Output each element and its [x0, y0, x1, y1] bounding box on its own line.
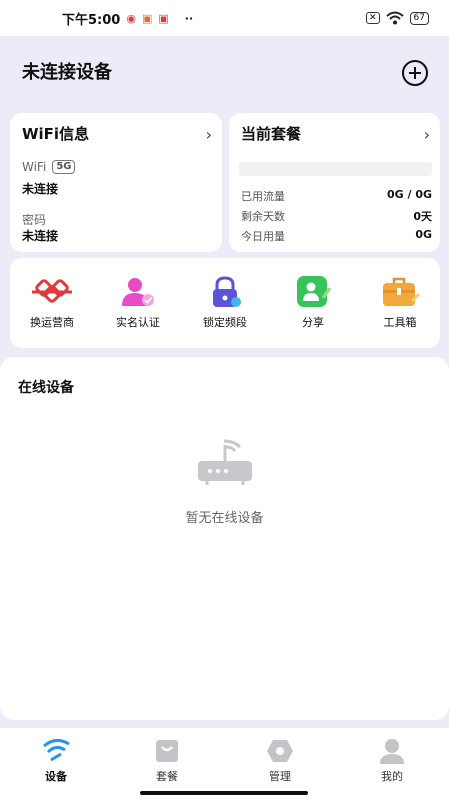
tab-label: 设备	[45, 770, 67, 783]
status-time: 下午5:00	[62, 12, 121, 28]
tab-mine[interactable]: 我的	[362, 738, 422, 784]
eye-icon: ◉	[126, 11, 136, 25]
share-icon	[297, 276, 332, 307]
band-badge: 5G	[52, 160, 76, 174]
chevron-right-icon: ›	[205, 125, 212, 144]
add-circle-icon[interactable]	[401, 59, 429, 87]
tab-label: 我的	[381, 770, 403, 783]
chevron-right-icon: ›	[423, 125, 430, 144]
sim-x-icon: ✕	[366, 12, 380, 24]
wifi-ssid-label-row: WiFi 5G	[22, 160, 76, 174]
tool-label: 分享	[302, 316, 324, 329]
wifi-ssid-value: 未连接	[22, 182, 59, 196]
tool-change-operator[interactable]: 换运营商	[12, 276, 92, 330]
online-devices-section: 在线设备 暂无在线设备	[0, 357, 449, 720]
plan-row-value: 0G / 0G	[386, 188, 432, 201]
tab-label: 管理	[269, 770, 291, 783]
notification-icon: ▣	[141, 11, 153, 25]
status-left-icons: ◉ ▣ ▣ ··	[126, 12, 193, 25]
lock-icon	[213, 276, 241, 307]
wifi-card-title: WiFi信息	[22, 125, 90, 143]
knot-icon	[32, 279, 72, 303]
plan-usage-bar	[239, 162, 432, 176]
more-dots-icon: ··	[184, 11, 194, 25]
battery-icon: 67	[409, 11, 429, 25]
battery-level: 67	[413, 12, 425, 23]
wifi-password-label: 密码	[22, 213, 47, 227]
plan-row-label: 已用流量	[241, 190, 285, 203]
wifi-password-value: 未连接	[22, 229, 59, 243]
tab-device[interactable]: 设备	[26, 738, 86, 784]
plan-row-label: 今日用量	[241, 230, 285, 243]
plan-row-used: 已用流量 0G / 0G	[241, 188, 432, 204]
tool-lock-band[interactable]: 锁定频段	[185, 276, 265, 330]
tool-toolbox[interactable]: 工具箱	[360, 276, 440, 330]
person-icon	[380, 739, 404, 764]
hexagon-icon	[267, 740, 293, 762]
plan-row-days: 剩余天数 0天	[241, 208, 432, 224]
online-devices-title: 在线设备	[18, 380, 74, 396]
plan-card[interactable]: 当前套餐 › 已用流量 0G / 0G 剩余天数 0天 今日用量 0G	[229, 113, 440, 252]
tools-card: 换运营商 实名认证 锁定频段 分享 工具箱	[10, 258, 440, 348]
plan-row-value: 0G	[415, 228, 432, 241]
user-verify-icon	[122, 278, 154, 306]
wifi-info-card[interactable]: WiFi信息 › WiFi 5G 未连接 密码 未连接	[10, 113, 222, 252]
plan-row-today: 今日用量 0G	[241, 228, 432, 244]
status-bar: 下午5:00 ◉ ▣ ▣ ·· ✕ 67	[0, 0, 449, 36]
home-indicator	[140, 791, 308, 795]
tool-share[interactable]: 分享	[273, 276, 353, 330]
tab-manage[interactable]: 管理	[250, 738, 310, 784]
app-icon: ▣	[158, 11, 169, 25]
router-icon	[198, 439, 252, 485]
tool-label: 锁定频段	[203, 316, 247, 329]
toolbox-icon	[383, 277, 420, 306]
wifi-icon	[385, 11, 404, 25]
empty-state-text: 暂无在线设备	[185, 511, 264, 526]
tool-label: 工具箱	[383, 316, 417, 329]
wifi-ssid-label: WiFi	[22, 160, 47, 174]
page-header: 未连接设备	[0, 36, 449, 112]
page-title: 未连接设备	[22, 62, 112, 83]
shopping-bag-icon	[156, 740, 178, 762]
tool-label: 实名认证	[116, 316, 160, 329]
plan-row-value: 0天	[413, 210, 432, 223]
plan-row-label: 剩余天数	[241, 210, 285, 223]
device-signal-icon	[43, 739, 70, 762]
tool-real-name[interactable]: 实名认证	[98, 276, 178, 330]
status-right-icons: ✕ 67	[366, 11, 429, 25]
plan-card-title: 当前套餐	[241, 125, 302, 143]
tab-label: 套餐	[156, 770, 178, 783]
tab-plan[interactable]: 套餐	[137, 738, 197, 784]
bottom-tab-bar: 设备 套餐 管理 我的	[0, 728, 449, 800]
tool-label: 换运营商	[30, 316, 74, 329]
